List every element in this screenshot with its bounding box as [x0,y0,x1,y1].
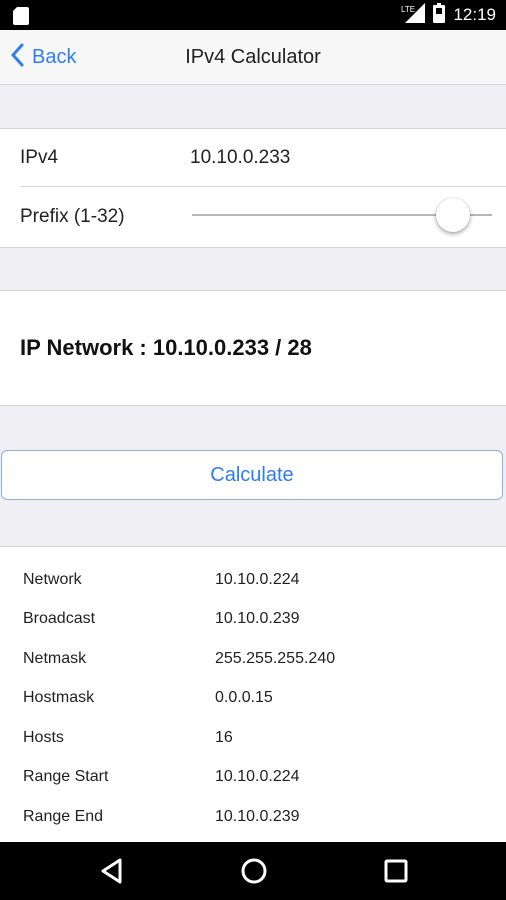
system-navigation-bar [0,842,506,900]
status-bar: LTE 12:19 [0,0,506,30]
ipv4-label: IPv4 [20,147,59,168]
battery-icon [433,2,446,28]
ipv4-input[interactable]: 10.10.0.233 [190,147,290,169]
chevron-left-icon [10,43,24,72]
result-value: 10.10.0.239 [215,808,300,825]
slider-fill [192,214,453,216]
back-label: Back [32,45,77,68]
result-row-netmask: Netmask 255.255.255.240 [0,650,506,674]
network-type-label: LTE [401,5,415,14]
status-right: LTE 12:19 [401,0,496,30]
results-list: Network 10.10.0.224 Broadcast 10.10.0.23… [0,546,506,843]
prefix-slider[interactable] [192,195,492,235]
result-value: 16 [215,729,233,746]
result-value: 10.10.0.224 [215,571,300,588]
result-label: Range Start [23,768,109,785]
back-button[interactable]: Back [10,30,76,84]
recents-square-icon[interactable] [380,855,412,887]
slider-thumb[interactable] [436,198,470,232]
navigation-bar: Back IPv4 Calculator [0,30,506,85]
calculate-button[interactable]: Calculate [1,450,503,500]
result-row-hostmask: Hostmask 0.0.0.15 [0,689,506,713]
prefix-label: Prefix (1-32) [20,206,125,227]
result-label: Netmask [23,650,87,667]
result-value: 10.10.0.224 [215,768,300,785]
result-row-network: Network 10.10.0.224 [0,571,506,595]
result-value: 0.0.0.15 [215,689,273,706]
result-label: Network [23,571,82,588]
input-section: IPv4 10.10.0.233 Prefix (1-32) [0,128,506,248]
ip-network-label: IP Network : 10.10.0.233 / 28 [20,335,312,360]
result-label: Range End [23,808,104,825]
row-divider [20,186,506,187]
result-label: Hostmask [23,689,95,706]
result-row-hosts: Hosts 16 [0,729,506,753]
home-circle-icon[interactable] [238,855,270,887]
result-row-range-end: Range End 10.10.0.239 [0,808,506,832]
result-label: Broadcast [23,610,96,627]
result-row-broadcast: Broadcast 10.10.0.239 [0,610,506,634]
sd-card-icon [13,7,29,30]
status-time: 12:19 [453,5,496,24]
lte-signal-icon: LTE [401,2,426,28]
back-triangle-icon[interactable] [96,855,128,887]
network-section: IP Network : 10.10.0.233 / 28 [0,290,506,406]
result-row-range-start: Range Start 10.10.0.224 [0,768,506,792]
result-value: 255.255.255.240 [215,650,336,667]
result-label: Hosts [23,729,64,746]
result-value: 10.10.0.239 [215,610,300,627]
